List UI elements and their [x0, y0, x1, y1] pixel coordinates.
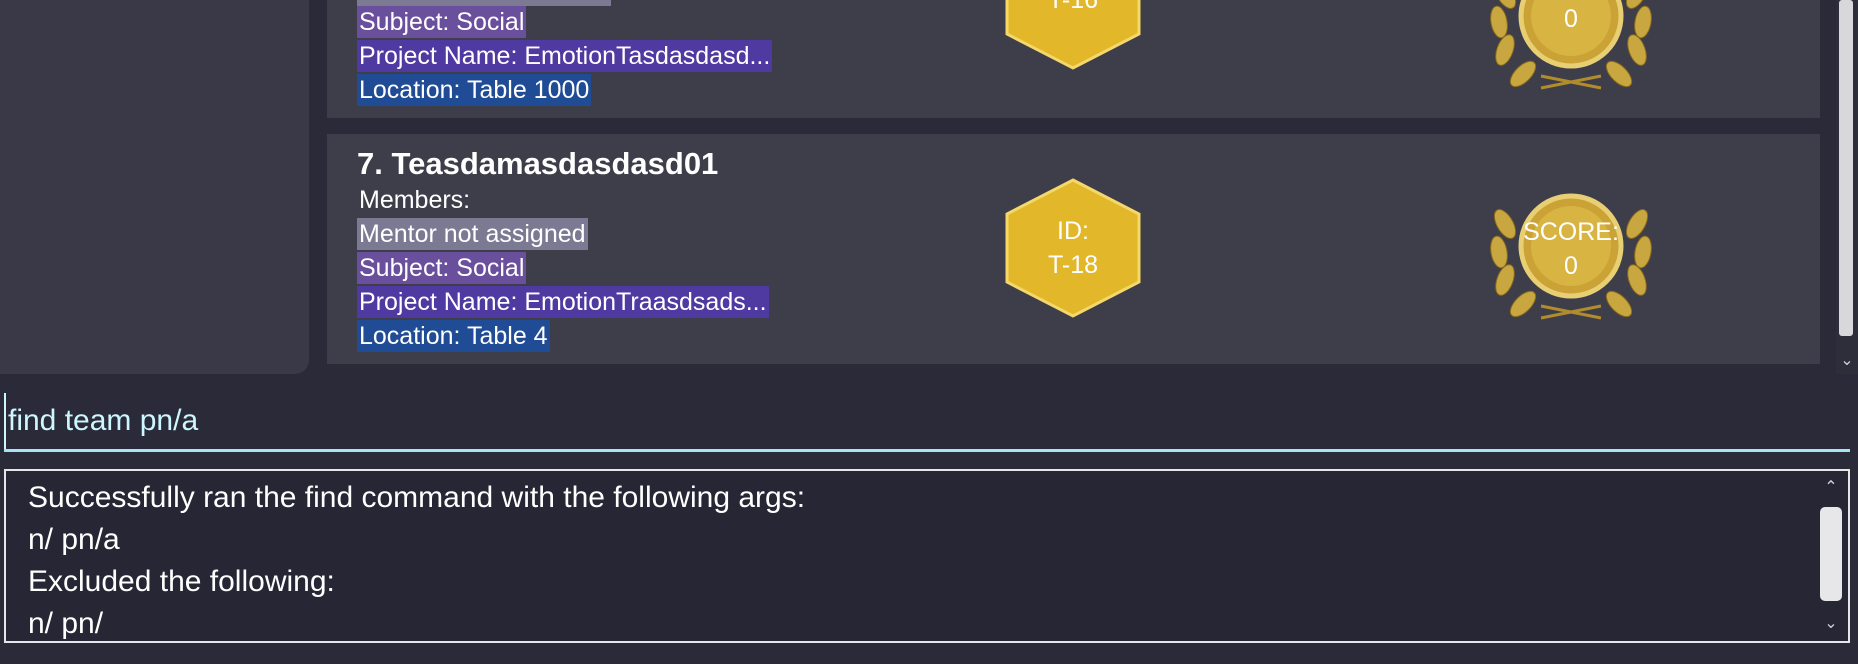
team-id-badge: T-16 — [1003, 0, 1143, 70]
mentor-label: Mentor not assigned — [357, 218, 588, 250]
team-score-badge: 0 — [1479, 0, 1663, 104]
location-label: Location: Table 1000 — [357, 74, 592, 106]
result-line: Successfully ran the find command with t… — [28, 481, 806, 514]
chevron-down-icon[interactable]: ⌄ — [1814, 613, 1848, 635]
chevron-up-icon[interactable]: ⌃ — [1814, 477, 1848, 499]
team-card[interactable]: 7. Teasdamasdasdasd01 Members: Mentor no… — [327, 134, 1820, 364]
subject-label: Subject: Social — [357, 252, 527, 284]
score-value: 0 — [1564, 252, 1578, 280]
scrollbar-thumb[interactable] — [1839, 0, 1853, 336]
command-box — [4, 393, 1850, 452]
project-name-label: Project Name: EmotionTasdasdasd... — [357, 40, 773, 72]
result-display: Successfully ran the find command with t… — [4, 469, 1850, 643]
score-label: SCORE: — [1523, 218, 1619, 246]
team-id-value: T-18 — [1047, 251, 1099, 279]
team-name: 7. Teasdamasdasdasd01 — [357, 146, 719, 181]
result-line: n/ pn/ — [28, 607, 104, 640]
team-score-badge: SCORE: 0 — [1479, 164, 1663, 334]
result-scrollbar[interactable]: ⌃ ⌄ — [1814, 471, 1848, 641]
team-card[interactable]: Subject: Social Project Name: EmotionTas… — [327, 0, 1820, 118]
subject-label: Subject: Social — [357, 6, 527, 38]
sidebar-panel — [0, 0, 309, 374]
team-id-label: ID: — [1057, 217, 1089, 245]
location-label: Location: Table 4 — [357, 320, 550, 352]
chevron-down-icon[interactable]: ⌄ — [1836, 350, 1858, 372]
result-line: Excluded the following: — [28, 565, 335, 598]
project-name-label: Project Name: EmotionTraasdsads... — [357, 286, 769, 318]
members-label: Members: — [359, 186, 471, 214]
team-list: Subject: Social Project Name: EmotionTas… — [327, 0, 1820, 364]
command-input[interactable] — [4, 393, 1850, 449]
team-id-value: T-16 — [1047, 0, 1099, 14]
team-list-scrollbar[interactable]: ⌄ — [1836, 0, 1858, 374]
team-id-badge: ID: T-18 — [1003, 178, 1143, 318]
result-line: n/ pn/a — [28, 523, 120, 556]
scrollbar-thumb[interactable] — [1820, 507, 1842, 601]
score-value: 0 — [1564, 5, 1578, 33]
